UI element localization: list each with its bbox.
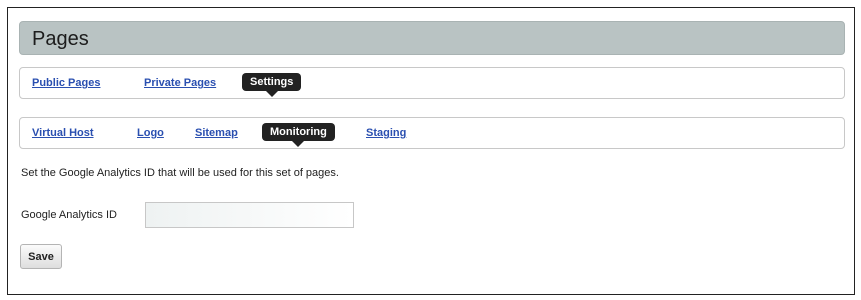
tab-logo[interactable]: Logo bbox=[137, 127, 164, 139]
page-title: Pages bbox=[32, 28, 89, 50]
tab-settings[interactable]: Settings bbox=[242, 73, 302, 97]
tab-public-pages[interactable]: Public Pages bbox=[32, 77, 100, 89]
tab-staging[interactable]: Staging bbox=[366, 127, 406, 139]
monitoring-description: Set the Google Analytics ID that will be… bbox=[21, 167, 339, 179]
tab-private-pages[interactable]: Private Pages bbox=[144, 77, 216, 89]
save-button[interactable]: Save bbox=[20, 244, 62, 269]
google-analytics-id-label: Google Analytics ID bbox=[21, 209, 117, 221]
tab-virtual-host[interactable]: Virtual Host bbox=[32, 127, 94, 139]
page-header: Pages bbox=[19, 21, 845, 55]
primary-tab-bar: Public Pages Private Pages Settings bbox=[19, 67, 845, 99]
tab-sitemap[interactable]: Sitemap bbox=[195, 127, 238, 139]
page-frame: Pages Public Pages Private Pages Setting… bbox=[7, 7, 855, 295]
secondary-tab-bar: Virtual Host Logo Sitemap Monitoring Sta… bbox=[19, 117, 845, 149]
tab-monitoring[interactable]: Monitoring bbox=[262, 123, 335, 147]
google-analytics-id-input[interactable] bbox=[145, 202, 354, 228]
